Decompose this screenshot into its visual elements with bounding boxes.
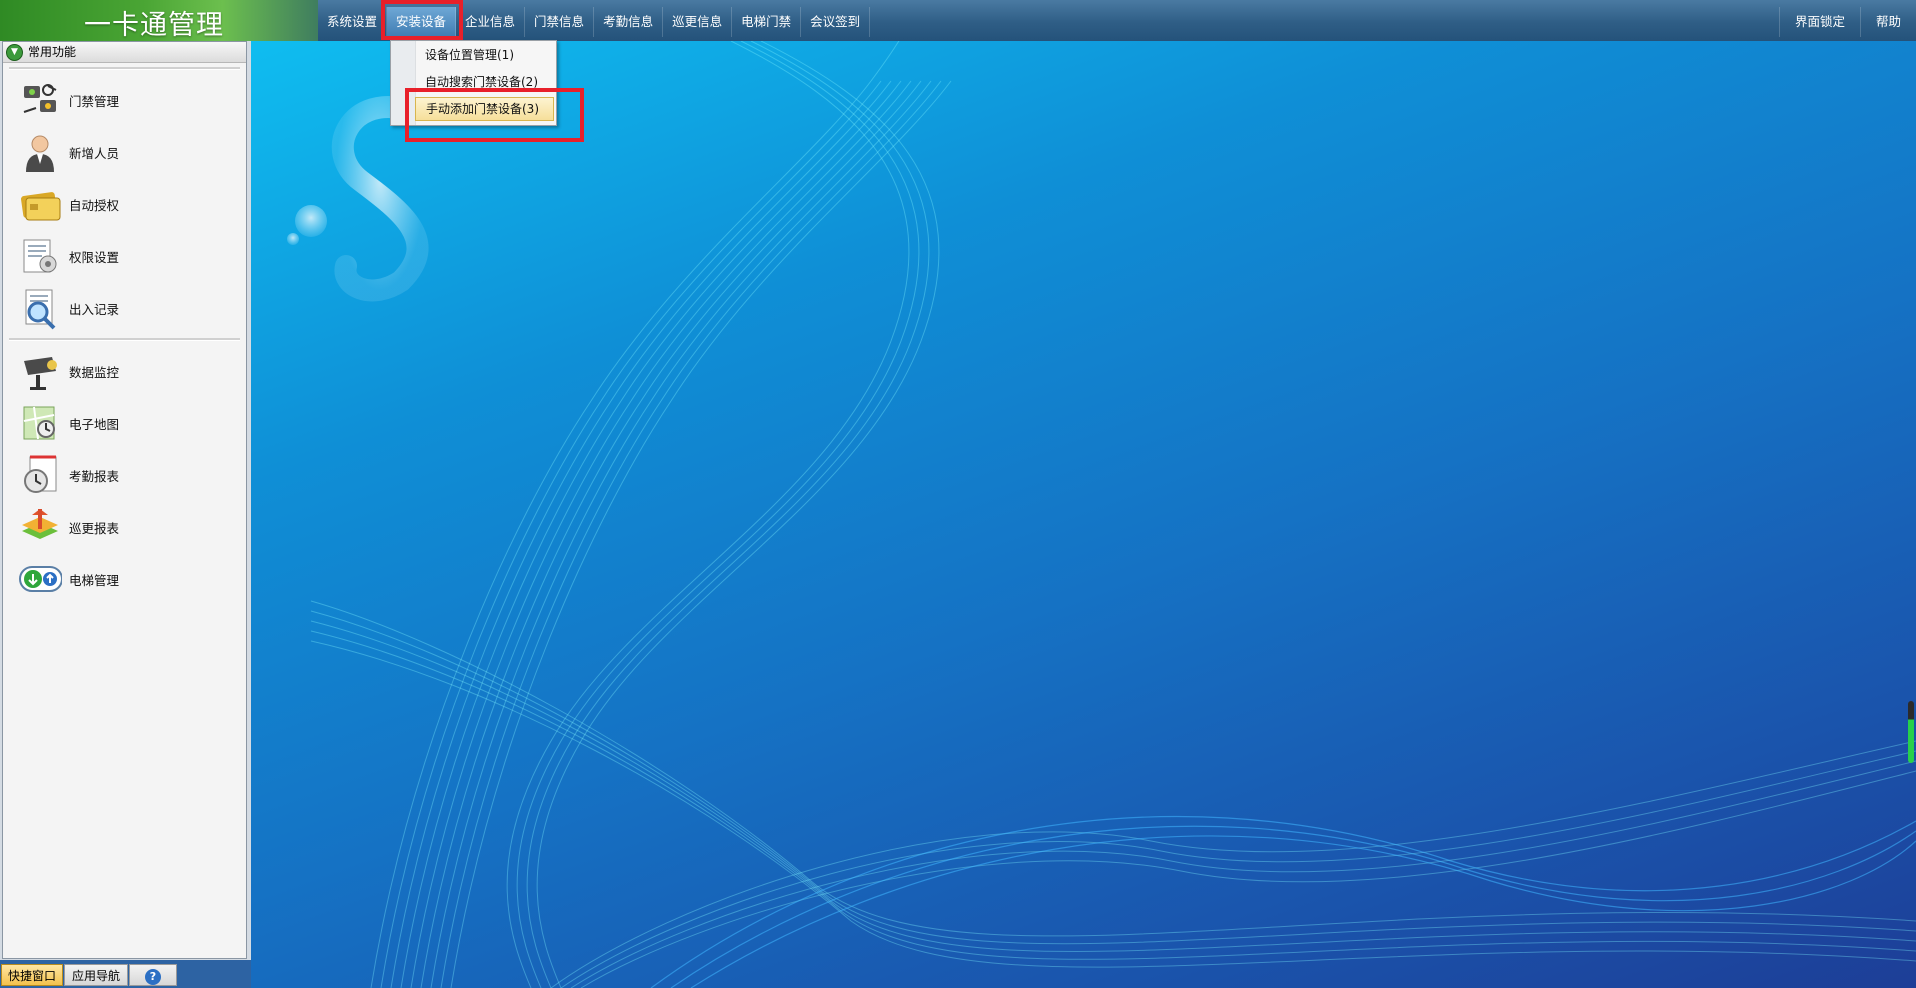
help-button[interactable]: 帮助 <box>1859 7 1916 37</box>
common-functions-panel: ▼ 常用功能 门禁管理 新增人员 自动授权 权限设置 出入记录 数据监控 电子地… <box>2 41 247 959</box>
sidebar-item-elevator-manage[interactable]: 电梯管理 <box>3 553 246 605</box>
sidebar-item-access-control[interactable]: 门禁管理 <box>3 74 246 126</box>
sidebar-item-label: 电子地图 <box>69 416 120 432</box>
logo-s-decoration <box>287 96 429 302</box>
menu-elevator-access[interactable]: 电梯门禁 <box>732 7 802 37</box>
menu-access-info[interactable]: 门禁信息 <box>525 7 595 37</box>
sidebar-item-label: 权限设置 <box>69 249 120 265</box>
help-tab[interactable]: ? <box>129 964 177 986</box>
sidebar-item-label: 门禁管理 <box>69 93 120 109</box>
sidebar-item-label: 电梯管理 <box>69 572 120 588</box>
help-circle-icon: ? <box>145 969 161 985</box>
person-icon <box>17 129 63 175</box>
sidebar-item-label: 巡更报表 <box>69 520 120 536</box>
sidebar-item-access-records[interactable]: 出入记录 <box>3 282 246 334</box>
menu-attendance-info[interactable]: 考勤信息 <box>594 7 664 37</box>
sidebar-item-data-monitor[interactable]: 数据监控 <box>3 345 246 397</box>
permission-icon <box>17 233 63 279</box>
map-icon <box>17 400 63 446</box>
sidebar-item-attendance-report[interactable]: 考勤报表 <box>3 449 246 501</box>
divider <box>9 338 240 341</box>
patrol-icon <box>17 504 63 550</box>
bottom-tabs: 快捷窗口 应用导航 ? <box>0 960 251 988</box>
right-menu: 界面锁定 帮助 <box>1778 7 1916 37</box>
brand-area: 一卡通管理 <box>0 0 318 41</box>
sidebar-item-patrol-report[interactable]: 巡更报表 <box>3 501 246 553</box>
search-document-icon <box>17 285 63 331</box>
desktop-background <box>251 41 1916 988</box>
panel-header-label: 常用功能 <box>28 45 77 59</box>
sidebar-item-label: 考勤报表 <box>69 468 120 484</box>
card-icon <box>17 181 63 227</box>
sidebar-item-e-map[interactable]: 电子地图 <box>3 397 246 449</box>
camera-icon <box>17 348 63 394</box>
highlight-box-manual-add <box>405 88 584 142</box>
menu-system-settings[interactable]: 系统设置 <box>318 7 388 37</box>
menu-enterprise-info[interactable]: 企业信息 <box>456 7 526 37</box>
dropdown-item-location-manage[interactable]: 设备位置管理(1) <box>415 43 554 67</box>
access-control-icon <box>17 77 63 123</box>
top-bar: 一卡通管理 系统设置 安装设备 企业信息 门禁信息 考勤信息 巡更信息 电梯门禁… <box>0 0 1916 42</box>
menu-meeting-signin[interactable]: 会议签到 <box>801 7 871 37</box>
sidebar-item-label: 自动授权 <box>69 197 120 213</box>
left-panel: ▼ 常用功能 门禁管理 新增人员 自动授权 权限设置 出入记录 数据监控 电子地… <box>0 41 251 988</box>
sidebar-item-label: 新增人员 <box>69 145 120 161</box>
sidebar-item-auto-authorize[interactable]: 自动授权 <box>3 178 246 230</box>
highlight-box-menu <box>381 0 463 40</box>
elevator-icon <box>17 556 63 602</box>
clock-report-icon <box>17 452 63 498</box>
scroll-indicator[interactable] <box>1908 701 1914 763</box>
sidebar-item-label: 出入记录 <box>69 301 120 317</box>
sidebar-item-permission-settings[interactable]: 权限设置 <box>3 230 246 282</box>
menu-patrol-info[interactable]: 巡更信息 <box>663 7 733 37</box>
panel-header[interactable]: ▼ 常用功能 <box>3 42 246 63</box>
sidebar-item-new-person[interactable]: 新增人员 <box>3 126 246 178</box>
app-title: 一卡通管理 <box>84 10 224 41</box>
sidebar-item-label: 数据监控 <box>69 364 120 380</box>
collapse-icon[interactable]: ▼ <box>6 44 23 61</box>
wave-decoration <box>287 41 1916 988</box>
tab-app-navigation[interactable]: 应用导航 <box>64 964 128 986</box>
tab-quick-window[interactable]: 快捷窗口 <box>1 964 63 986</box>
lock-interface-button[interactable]: 界面锁定 <box>1778 7 1860 37</box>
divider <box>9 67 240 70</box>
